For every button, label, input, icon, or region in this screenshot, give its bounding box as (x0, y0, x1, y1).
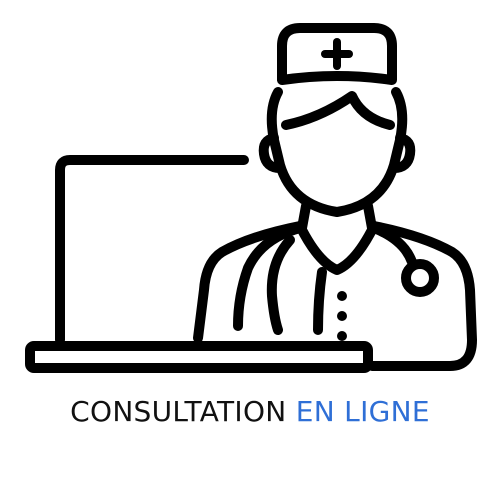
telemedicine-logo: CONSULTATION EN LIGNE (0, 0, 500, 500)
laptop-base-icon (25, 341, 373, 373)
stethoscope-icon (233, 223, 439, 335)
caption-accent: EN LIGNE (295, 395, 430, 428)
caption: CONSULTATION EN LIGNE (0, 392, 500, 432)
cap-icon (277, 23, 397, 85)
doctor-head-icon (258, 87, 416, 233)
caption-main: CONSULTATION (70, 395, 287, 428)
coat-buttons-icon (337, 291, 347, 341)
